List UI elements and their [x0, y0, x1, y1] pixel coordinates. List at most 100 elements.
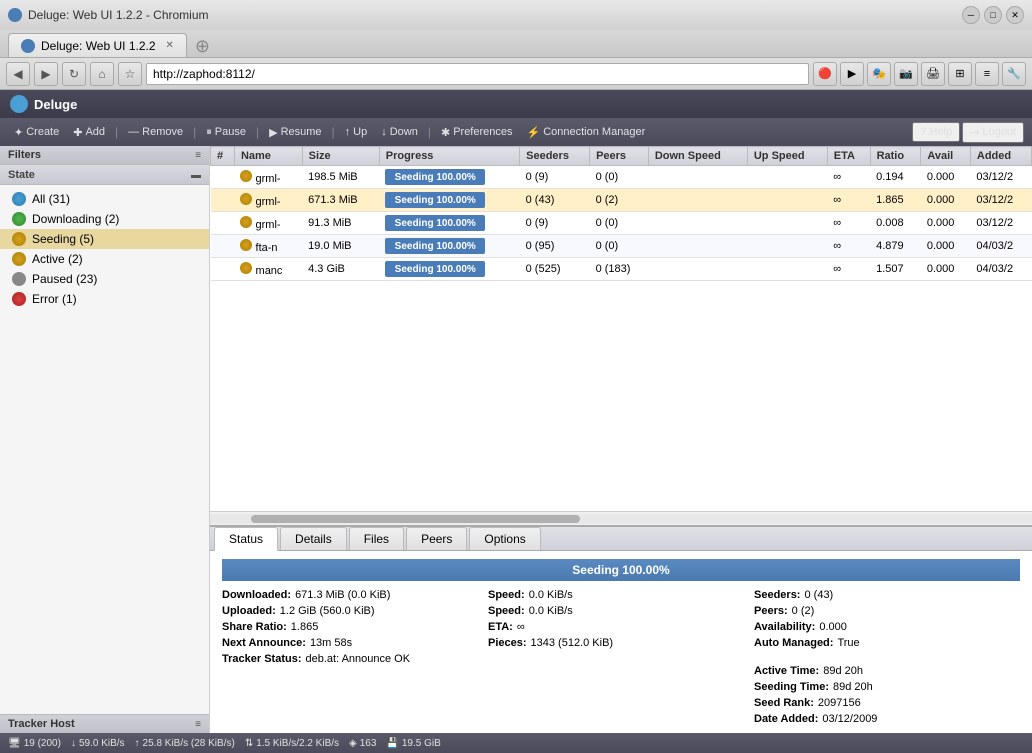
status-nodes: ◈ 163: [349, 738, 376, 749]
cell-down-speed: [648, 235, 747, 258]
back-button[interactable]: ◀: [6, 62, 30, 86]
table-row[interactable]: grml- 198.5 MiB Seeding 100.00% 0 (9) 0 …: [211, 166, 1032, 189]
col-ratio[interactable]: Ratio: [870, 147, 921, 166]
tab-status[interactable]: Status: [214, 527, 278, 551]
col-peers[interactable]: Peers: [590, 147, 649, 166]
col-eta[interactable]: ETA: [827, 147, 870, 166]
col-seeders[interactable]: Seeders: [520, 147, 590, 166]
menu-icon[interactable]: ≡: [975, 62, 999, 86]
cell-name: grml-: [234, 189, 302, 212]
detail-pieces: Pieces: 1343 (512.0 KiB): [488, 637, 754, 649]
bottom-panel: Status Details Files Peers Options Seedi…: [210, 525, 1032, 733]
state-header: State ▬: [0, 165, 209, 185]
up-button[interactable]: ↑ Up: [339, 124, 374, 140]
col-progress[interactable]: Progress: [379, 147, 519, 166]
cell-seeders: 0 (9): [520, 166, 590, 189]
col-avail[interactable]: Avail: [921, 147, 971, 166]
torrent-table-container[interactable]: # Name Size Progress Seeders Peers Down …: [210, 146, 1032, 511]
app-title: Deluge: [34, 97, 77, 112]
table-row[interactable]: fta-n 19.0 MiB Seeding 100.00% 0 (95) 0 …: [211, 235, 1032, 258]
home-button[interactable]: ⌂: [90, 62, 114, 86]
browser-navbar: ◀ ▶ ↻ ⌂ ☆ 🔴 ▶ 🎭 📷 🖨 ⊞ ≡ 🔧: [0, 58, 1032, 90]
details-grid: Downloaded: 671.3 MiB (0.0 KiB) Uploaded…: [222, 589, 1020, 725]
col-added[interactable]: Added: [970, 147, 1031, 166]
logout-button[interactable]: ⇥ Logout: [962, 122, 1024, 143]
forward-button[interactable]: ▶: [34, 62, 58, 86]
preferences-button[interactable]: ✱ Preferences: [435, 124, 519, 141]
col-up-speed[interactable]: Up Speed: [747, 147, 827, 166]
detail-speed-ul: Speed: 0.0 KiB/s: [488, 605, 754, 617]
connection-manager-button[interactable]: ⚡ Connection Manager: [521, 124, 652, 141]
connections-icon: 🖥: [8, 738, 21, 749]
camera-icon[interactable]: 📷: [894, 62, 918, 86]
dragonfly-icon[interactable]: 🔴: [813, 62, 837, 86]
tab-options[interactable]: Options: [469, 527, 540, 550]
sep2: |: [193, 125, 196, 139]
sidebar-item-error[interactable]: Error (1): [0, 289, 209, 309]
minimize-button[interactable]: ─: [962, 6, 980, 24]
new-tab-button[interactable]: ⊕: [195, 36, 210, 57]
tab-peers[interactable]: Peers: [406, 527, 467, 550]
tab-details[interactable]: Details: [280, 527, 347, 550]
address-bar[interactable]: [146, 63, 809, 85]
cell-peers: 0 (0): [590, 212, 649, 235]
cell-num: [211, 258, 235, 281]
cell-ratio: 0.194: [870, 166, 921, 189]
sidebar-item-active[interactable]: Active (2): [0, 249, 209, 269]
bookmark-button[interactable]: ☆: [118, 62, 142, 86]
cell-progress: Seeding 100.00%: [379, 189, 519, 212]
filters-collapse-btn[interactable]: ≡: [195, 150, 201, 161]
col-num[interactable]: #: [211, 147, 235, 166]
table-row[interactable]: manc 4.3 GiB Seeding 100.00% 0 (525) 0 (…: [211, 258, 1032, 281]
tab-close-button[interactable]: ✕: [166, 40, 174, 51]
sidebar-item-seeding-label: Seeding (5): [32, 232, 94, 246]
cell-down-speed: [648, 166, 747, 189]
app-logo: Deluge: [10, 95, 77, 113]
resume-button[interactable]: ▶ Resume: [263, 124, 327, 141]
sidebar-item-all-label: All (31): [32, 192, 70, 206]
state-collapse-btn[interactable]: ▬: [191, 170, 201, 181]
cell-added: 03/12/2: [970, 212, 1031, 235]
cell-seeders: 0 (525): [520, 258, 590, 281]
table-row[interactable]: grml- 671.3 MiB Seeding 100.00% 0 (43) 0…: [211, 189, 1032, 212]
sidebar-item-all[interactable]: All (31): [0, 189, 209, 209]
remove-button[interactable]: — Remove: [122, 124, 189, 140]
cell-seeders: 0 (43): [520, 189, 590, 212]
tracker-collapse-btn[interactable]: ≡: [195, 719, 201, 730]
horizontal-scrollbar[interactable]: [210, 511, 1032, 525]
ul-speed-icon: ↑: [135, 738, 140, 749]
table-row[interactable]: grml- 91.3 MiB Seeding 100.00% 0 (9) 0 (…: [211, 212, 1032, 235]
cell-avail: 0.000: [921, 189, 971, 212]
details-col-6: Active Time: 89d 20h Seeding Time: 89d 2…: [754, 665, 1020, 725]
add-button[interactable]: ✚ Add: [67, 124, 111, 141]
nav-extra-buttons: 🔴 ▶ 🎭 📷 🖨 ⊞ ≡ 🔧: [813, 62, 1026, 86]
maximize-button[interactable]: □: [984, 6, 1002, 24]
cell-up-speed: [747, 189, 827, 212]
grid-icon[interactable]: ⊞: [948, 62, 972, 86]
sidebar-item-downloading[interactable]: Downloading (2): [0, 209, 209, 229]
printer-icon[interactable]: 🖨: [921, 62, 945, 86]
col-size[interactable]: Size: [302, 147, 379, 166]
pause-button[interactable]: ⏸ Pause: [200, 124, 252, 141]
down-button[interactable]: ↓ Down: [375, 124, 424, 140]
cell-added: 03/12/2: [970, 166, 1031, 189]
help-button[interactable]: ? Help: [912, 122, 960, 142]
col-down-speed[interactable]: Down Speed: [648, 147, 747, 166]
play-button[interactable]: ▶: [840, 62, 864, 86]
close-button[interactable]: ✕: [1006, 6, 1024, 24]
col-name[interactable]: Name: [234, 147, 302, 166]
settings-icon[interactable]: 🔧: [1002, 62, 1026, 86]
cell-num: [211, 189, 235, 212]
browser-titlebar: Deluge: Web UI 1.2.2 - Chromium ─ □ ✕: [0, 0, 1032, 30]
tab-files[interactable]: Files: [349, 527, 404, 550]
torrent-table: # Name Size Progress Seeders Peers Down …: [210, 146, 1032, 281]
refresh-button[interactable]: ↻: [62, 62, 86, 86]
cell-up-speed: [747, 212, 827, 235]
mask-icon[interactable]: 🎭: [867, 62, 891, 86]
sidebar-item-paused[interactable]: Paused (23): [0, 269, 209, 289]
sidebar-item-error-label: Error (1): [32, 292, 77, 306]
create-button[interactable]: ✦ Create: [8, 124, 65, 141]
detail-next-announce: Next Announce: 13m 58s: [222, 637, 488, 649]
browser-tab[interactable]: Deluge: Web UI 1.2.2 ✕: [8, 33, 187, 57]
sidebar-item-seeding[interactable]: Seeding (5): [0, 229, 209, 249]
